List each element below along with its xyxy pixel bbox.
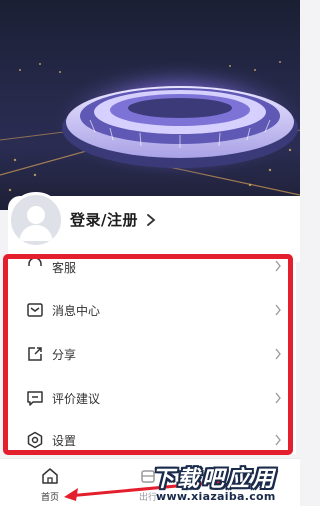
chevron-right-icon [147, 214, 156, 226]
stadium-image [0, 60, 300, 196]
login-register-link[interactable]: 登录/注册 [70, 209, 138, 230]
highlight-annotation-box [3, 254, 293, 455]
watermark-title: 下载吧应用 [152, 467, 278, 492]
watermark-url: www.xiazaiba.com [156, 490, 276, 503]
hero-banner [0, 0, 300, 210]
user-avatar-icon [19, 206, 53, 241]
avatar[interactable] [8, 192, 64, 248]
home-icon [42, 468, 58, 484]
watermark: 下载吧应用 www.xiazaiba.com [142, 459, 300, 506]
